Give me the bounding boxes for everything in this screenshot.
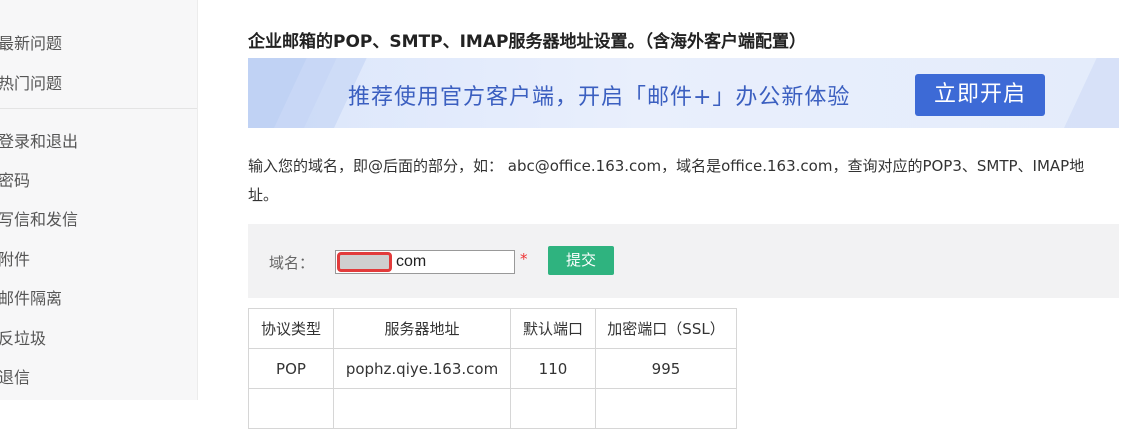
submit-button[interactable]: 提交 (548, 246, 614, 275)
server-address-table: 协议类型 服务器地址 默认端口 加密端口（SSL） POP pophz.qiye… (248, 308, 737, 429)
table-cell-server (333, 388, 511, 429)
instructions-text: 输入您的域名，即@后面的部分，如： abc@office.163.com，域名是… (248, 157, 1085, 204)
table-cell-default-port: 110 (510, 348, 596, 389)
sidebar-item-popular-questions[interactable]: 热门问题 (0, 70, 62, 94)
table-cell-ssl-port (595, 388, 737, 429)
sidebar-item-compose-send[interactable]: 写信和发信 (0, 206, 78, 230)
table-cell-protocol (248, 388, 334, 429)
sidebar: 最新问题 热门问题 登录和退出 密码 写信和发信 附件 邮件隔离 反垃圾 退信 (0, 0, 197, 400)
required-mark: * (520, 250, 528, 268)
table-cell-default-port (510, 388, 596, 429)
table-cell-ssl-port: 995 (595, 348, 737, 389)
sidebar-item-password[interactable]: 密码 (0, 167, 30, 191)
domain-query-form: 域名： * 提交 (248, 224, 1119, 298)
column-header-protocol: 协议类型 (248, 308, 334, 349)
table-row: POP pophz.qiye.163.com 110 995 (248, 348, 737, 389)
table-cell-protocol: POP (248, 348, 334, 389)
client-promo-banner[interactable]: 推荐使用官方客户端，开启「邮件+」办公新体验 立即开启 (248, 58, 1119, 128)
table-cell-server: pophz.qiye.163.com (333, 348, 511, 389)
page-title: 企业邮箱的POP、SMTP、IMAP服务器地址设置。（含海外客户端配置） (248, 32, 806, 52)
sidebar-item-mail-quarantine[interactable]: 邮件隔离 (0, 285, 62, 309)
banner-decoration (1050, 58, 1119, 128)
sidebar-divider (0, 108, 197, 109)
sidebar-item-attachments[interactable]: 附件 (0, 246, 30, 270)
column-header-ssl-port: 加密端口（SSL） (595, 308, 737, 349)
sidebar-item-anti-spam[interactable]: 反垃圾 (0, 325, 46, 349)
sidebar-item-latest-questions[interactable]: 最新问题 (0, 30, 62, 54)
enable-now-button[interactable]: 立即开启 (915, 74, 1045, 116)
banner-text: 推荐使用官方客户端，开启「邮件+」办公新体验 (348, 85, 851, 110)
column-header-default-port: 默认端口 (510, 308, 596, 349)
domain-label: 域名： (269, 254, 315, 272)
table-row (248, 388, 737, 429)
column-header-server: 服务器地址 (333, 308, 511, 349)
table-header-row: 协议类型 服务器地址 默认端口 加密端口（SSL） (248, 308, 737, 349)
main-content: 企业邮箱的POP、SMTP、IMAP服务器地址设置。（含海外客户端配置） 推荐使… (248, 0, 1120, 429)
content-gutter (197, 0, 215, 400)
sidebar-item-login-logout[interactable]: 登录和退出 (0, 128, 78, 152)
sidebar-item-bounced-mail[interactable]: 退信 (0, 364, 30, 388)
redacted-highlight (337, 252, 392, 272)
